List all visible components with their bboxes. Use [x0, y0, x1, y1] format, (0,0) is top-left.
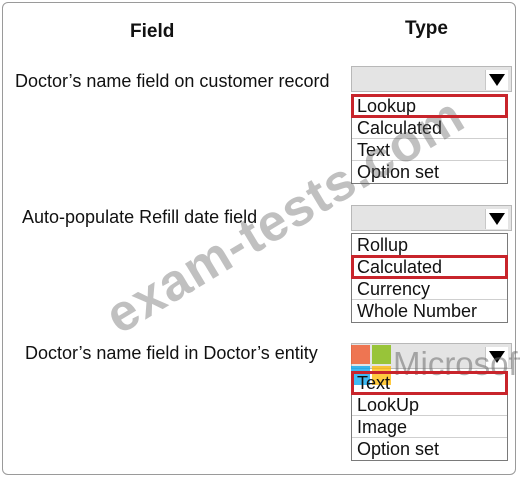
type-dropdown-2[interactable]: Rollup Calculated Currency Whole Number	[351, 205, 512, 323]
option-lookup[interactable]: LookUp	[352, 394, 507, 416]
option-calculated[interactable]: Calculated	[351, 255, 508, 279]
option-lookup[interactable]: Lookup	[351, 94, 508, 118]
option-calculated[interactable]: Calculated	[352, 117, 507, 139]
dropdown-options: Text LookUp Image Option set	[351, 371, 508, 461]
option-currency[interactable]: Currency	[352, 278, 507, 300]
type-column-header: Type	[405, 18, 448, 39]
type-dropdown-1[interactable]: Lookup Calculated Text Option set	[351, 66, 512, 184]
dropdown-header[interactable]	[351, 205, 512, 231]
dropdown-options: Rollup Calculated Currency Whole Number	[351, 233, 508, 323]
field-label-doctor-name-customer: Doctor’s name field on customer record	[15, 71, 330, 91]
chevron-down-icon[interactable]	[485, 209, 508, 229]
option-text[interactable]: Text	[351, 371, 508, 395]
chevron-down-icon[interactable]	[485, 347, 508, 367]
option-image[interactable]: Image	[352, 416, 507, 438]
field-column-header: Field	[130, 21, 175, 42]
dropdown-options: Lookup Calculated Text Option set	[351, 94, 508, 184]
option-option-set[interactable]: Option set	[352, 161, 507, 183]
field-label-refill-date: Auto-populate Refill date field	[22, 207, 258, 227]
option-whole-number[interactable]: Whole Number	[352, 300, 507, 322]
option-rollup[interactable]: Rollup	[352, 234, 507, 256]
dropdown-header[interactable]	[351, 66, 512, 92]
field-label-doctor-name-entity: Doctor’s name field in Doctor’s entity	[25, 343, 318, 363]
option-option-set[interactable]: Option set	[352, 438, 507, 460]
option-text[interactable]: Text	[352, 139, 507, 161]
chevron-down-icon[interactable]	[485, 70, 508, 90]
